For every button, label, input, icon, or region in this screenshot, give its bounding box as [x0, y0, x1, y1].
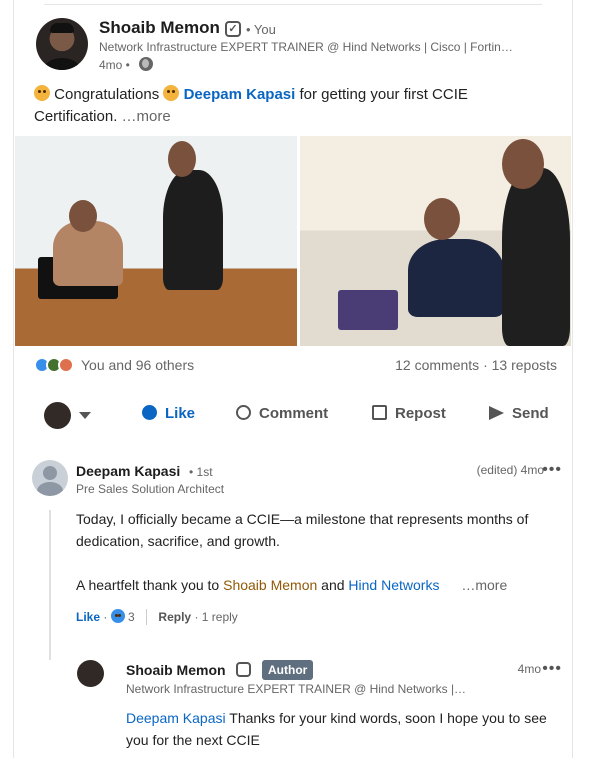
- comments-reposts-count[interactable]: 12 comments · 13 reposts: [395, 357, 557, 373]
- standing-person-head: [168, 141, 196, 177]
- seated-person-head: [424, 198, 460, 240]
- standing-person-head: [502, 139, 544, 189]
- reply-author-title: Network Infrastructure EXPERT TRAINER @ …: [126, 682, 467, 696]
- action-bar: Like Comment Repost Send: [42, 402, 552, 430]
- like-label: Like: [165, 405, 196, 422]
- current-user-avatar[interactable]: [44, 402, 71, 429]
- send-label: Send: [512, 405, 549, 422]
- reply-avatar[interactable]: [77, 660, 104, 687]
- standing-person: [163, 170, 223, 290]
- comment-reaction-count: 3: [128, 610, 135, 624]
- reply-author-name[interactable]: Shoaib Memon: [126, 662, 226, 678]
- reply-count[interactable]: · 1 reply: [194, 610, 237, 624]
- post-image-2[interactable]: [300, 136, 571, 346]
- avatar-shirt: [44, 58, 80, 70]
- mention-deepam[interactable]: Deepam Kapasi: [126, 710, 226, 726]
- post-time: 4mo •: [99, 58, 130, 72]
- and-text: and: [321, 577, 345, 593]
- like-icon: [110, 609, 125, 623]
- see-more-link[interactable]: …more: [122, 108, 171, 125]
- reply-text: Deepam Kapasi Thanks for your kind words…: [126, 707, 556, 751]
- navy-shirt-person: [408, 239, 504, 317]
- comment-time: (edited) 4mo: [476, 463, 544, 477]
- comment-like-button[interactable]: Like: [76, 610, 100, 624]
- globe-icon: [139, 57, 153, 71]
- like-icon: [142, 405, 157, 420]
- love-reaction-icon: [58, 357, 74, 373]
- comment-see-more-link[interactable]: …more: [461, 577, 507, 593]
- reactions-count[interactable]: You and 96 others: [81, 357, 194, 373]
- party-emoji-icon: [163, 85, 180, 101]
- post-card: Shoaib Memon ✓ • You Network Infrastruct…: [13, 0, 573, 758]
- comment-paragraph-2: A heartfelt thank you to Shoaib Memon an…: [76, 574, 556, 596]
- standing-person: [502, 168, 570, 346]
- send-icon: [489, 406, 504, 420]
- repost-icon: [372, 405, 387, 420]
- avatar-hair: [50, 23, 74, 33]
- divider: [146, 609, 148, 625]
- author-avatar[interactable]: [36, 18, 88, 70]
- comment-icon: [236, 405, 251, 420]
- reply-time: 4mo: [517, 662, 541, 676]
- post-text-line2: Certification.: [34, 108, 118, 125]
- author-name[interactable]: Shoaib Memon: [99, 18, 220, 38]
- commenter-name[interactable]: Deepam Kapasi: [76, 463, 180, 479]
- post-text: Congratulations Deepam Kapasi for gettin…: [34, 84, 534, 128]
- verified-icon: [236, 662, 251, 677]
- verified-icon: ✓: [225, 21, 241, 37]
- seated-person-head: [69, 200, 97, 232]
- thank-you-text: A heartfelt thank you to: [76, 577, 220, 593]
- party-emoji-icon: [34, 85, 50, 101]
- you-label: • You: [246, 22, 276, 37]
- post-image-1[interactable]: [15, 136, 297, 346]
- chevron-down-icon[interactable]: [79, 412, 91, 419]
- commenter-avatar[interactable]: [32, 460, 68, 496]
- comment-paragraph-1: Today, I officially became a CCIE—a mile…: [76, 511, 529, 549]
- post-text-continued: for getting your first CCIE: [299, 86, 468, 103]
- more-icon[interactable]: •••: [542, 660, 562, 678]
- reply-button[interactable]: Reply: [158, 610, 191, 624]
- repost-label: Repost: [395, 405, 446, 422]
- comment-label: Comment: [259, 405, 329, 422]
- comment-body: Today, I officially became a CCIE—a mile…: [76, 508, 556, 596]
- connection-degree: • 1st: [189, 465, 213, 479]
- thread-line: [49, 510, 51, 660]
- laptop: [338, 290, 398, 330]
- repost-button[interactable]: Repost: [372, 405, 446, 422]
- reaction-icons[interactable]: [34, 357, 79, 375]
- divider: [44, 4, 542, 5]
- comment-actions: Like · 3 Reply · 1 reply: [76, 609, 238, 625]
- comment-like-separator: ·: [103, 610, 108, 624]
- comment-button[interactable]: Comment: [236, 405, 328, 422]
- commenter-title: Pre Sales Solution Architect: [76, 482, 225, 496]
- more-icon[interactable]: •••: [542, 461, 562, 479]
- mention-hind-networks[interactable]: Hind Networks: [348, 577, 439, 593]
- comment-thread: Deepam Kapasi • 1st Pre Sales Solution A…: [32, 460, 562, 760]
- send-button[interactable]: Send: [489, 405, 549, 422]
- congrats-text: Congratulations: [54, 86, 160, 103]
- mention-link[interactable]: Deepam Kapasi: [184, 86, 296, 103]
- author-badge: Author: [262, 660, 314, 680]
- mention-shoaib[interactable]: Shoaib Memon: [223, 577, 317, 593]
- like-button[interactable]: Like: [142, 405, 195, 422]
- author-headline: Network Infrastructure EXPERT TRAINER @ …: [99, 40, 513, 54]
